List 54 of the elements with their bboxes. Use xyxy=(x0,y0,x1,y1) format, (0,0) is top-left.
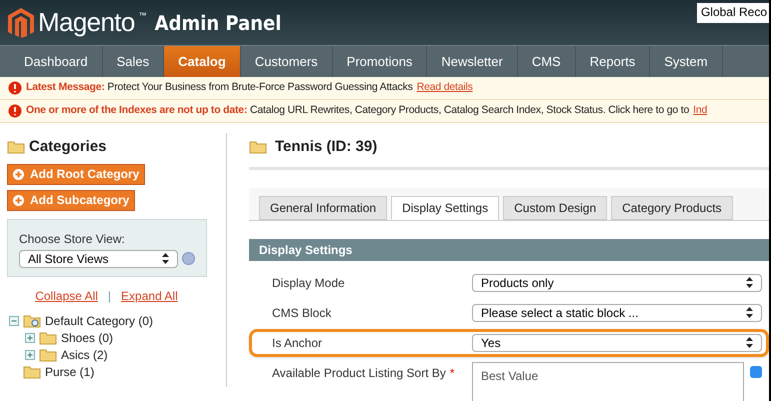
tree-item[interactable]: Asics (2) xyxy=(61,346,108,362)
folder-icon xyxy=(39,348,57,362)
expand-icon[interactable] xyxy=(25,332,35,342)
checkbox[interactable] xyxy=(750,366,762,378)
field-label: Available Product Listing Sort By xyxy=(272,366,446,380)
message-link[interactable]: Ind xyxy=(693,103,708,119)
required-mark: * xyxy=(450,366,455,380)
store-view-select[interactable]: All Store Views xyxy=(19,250,178,268)
collapse-icon[interactable] xyxy=(9,316,19,326)
field-label: Is Anchor xyxy=(272,336,322,350)
error-icon xyxy=(8,104,22,118)
plus-icon xyxy=(13,168,24,180)
collapse-all-link[interactable]: Collapse All xyxy=(35,286,98,304)
sort-list[interactable]: Best Value xyxy=(472,362,744,401)
categories-title: Categories xyxy=(29,137,107,157)
field-label: Display Mode xyxy=(272,276,345,290)
folder-search-icon xyxy=(23,314,41,328)
category-title: Tennis (ID: 39) xyxy=(275,137,378,157)
select-arrows-icon xyxy=(746,277,753,288)
folder-icon xyxy=(249,140,267,154)
select-field[interactable]: Please select a static block ... xyxy=(472,304,762,322)
message-link[interactable]: Read details xyxy=(416,80,473,96)
message-text: Latest Message: Protect Your Business from Brute-Force Password Guessing Attacks xyxy=(26,80,413,96)
tab[interactable]: Category Products xyxy=(611,196,733,220)
tab[interactable]: Display Settings xyxy=(391,196,500,220)
select-field[interactable]: Yes xyxy=(472,334,762,352)
select-arrows-icon xyxy=(162,253,169,264)
help-icon[interactable] xyxy=(182,252,195,265)
tree-item[interactable]: Shoes (0) xyxy=(61,330,114,346)
select-field[interactable]: Products only xyxy=(472,274,762,292)
plus-icon xyxy=(13,194,24,206)
error-icon xyxy=(8,81,22,95)
scope-select[interactable]: Global Reco xyxy=(696,3,769,23)
link-separator: | xyxy=(108,288,112,304)
tab[interactable]: General Information xyxy=(259,196,388,220)
expand-icon[interactable] xyxy=(25,350,35,360)
tab[interactable]: Custom Design xyxy=(503,196,608,220)
select-arrows-icon xyxy=(746,337,753,348)
field-label: CMS Block xyxy=(272,306,332,320)
tree-item[interactable]: Default Category (0) xyxy=(45,312,154,328)
folder-icon xyxy=(7,140,25,154)
trademark: ™ xyxy=(138,10,147,22)
select-arrows-icon xyxy=(746,307,753,318)
folder-icon xyxy=(23,364,41,378)
logo-text: Magento xyxy=(38,6,135,39)
section-header: Display Settings xyxy=(249,238,769,260)
logo-icon xyxy=(8,8,34,38)
expand-all-link[interactable]: Expand All xyxy=(121,286,178,304)
message-text: One or more of the Indexes are not up to date: Catalog URL Rewrites, Category Products, Catalog Search Index, Stock Status. Click here to go to xyxy=(26,103,690,118)
store-view-label: Choose Store View: xyxy=(19,230,126,248)
tree-item[interactable]: Purse (1) xyxy=(45,364,94,380)
nav-tab[interactable]: Catalog xyxy=(164,46,241,77)
folder-icon xyxy=(39,330,57,344)
admin-panel-title: Admin Panel xyxy=(154,10,282,36)
